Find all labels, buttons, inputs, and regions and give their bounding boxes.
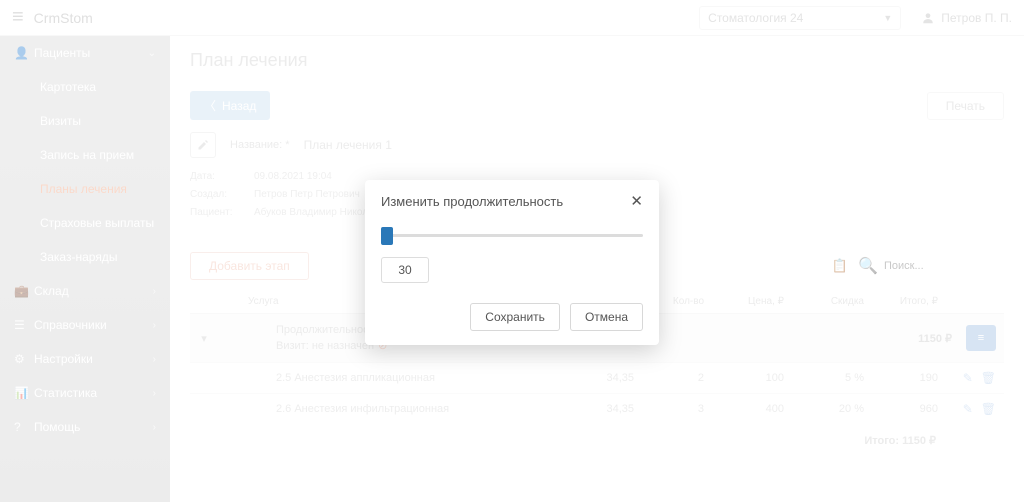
duration-slider[interactable] [381,227,643,245]
slider-track [381,234,643,237]
save-button[interactable]: Сохранить [470,303,560,331]
modal-title: Изменить продолжительность [381,194,630,209]
slider-thumb[interactable] [381,227,393,245]
cancel-button[interactable]: Отмена [570,303,643,331]
close-icon[interactable]: ✕ [630,194,643,209]
modal-overlay: Изменить продолжительность ✕ Сохранить О… [0,0,1024,502]
duration-modal: Изменить продолжительность ✕ Сохранить О… [365,180,659,345]
duration-input[interactable] [381,257,429,283]
